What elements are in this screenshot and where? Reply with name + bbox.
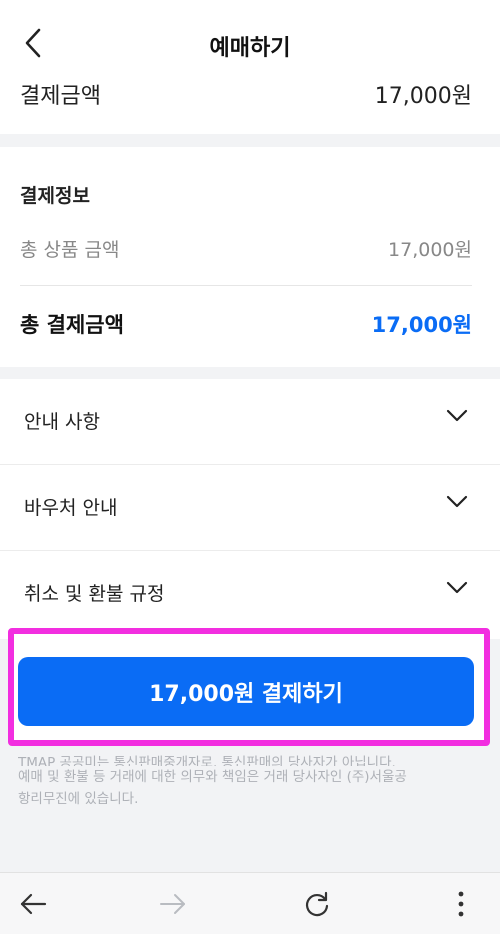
accordion-label: 취소 및 환불 규정 [24, 583, 165, 605]
accordion-item-voucher[interactable]: 바우처 안내 [0, 465, 500, 551]
payment-amount-summary: 결제금액 17,000원 [0, 74, 500, 134]
notice-line-2: 예매 및 환불 등 거래에 대한 의무와 책임은 거래 당사자인 (주)서울공 [18, 769, 407, 785]
pay-button[interactable]: 17,000원 결제하기 [18, 657, 474, 726]
more-vertical-icon [458, 891, 464, 917]
browser-menu-button[interactable] [444, 887, 478, 921]
subtotal-value: 17,000원 [388, 238, 472, 261]
chevron-down-icon [446, 409, 468, 422]
accordion-label: 안내 사항 [24, 411, 100, 433]
header: 예매하기 [0, 12, 500, 74]
accordion-item-refund-policy[interactable]: 취소 및 환불 규정 [0, 551, 500, 637]
payment-amount-label: 결제금액 [20, 84, 101, 109]
browser-forward-button[interactable] [156, 887, 190, 921]
total-value: 17,000원 [371, 313, 472, 337]
accordion-label: 바우처 안내 [24, 497, 118, 519]
info-accordion-list: 안내 사항 바우처 안내 취소 및 환불 규정 [0, 379, 500, 639]
total-label: 총 결제금액 [20, 313, 124, 337]
payment-amount-value: 17,000원 [374, 84, 472, 109]
notice-line-3: 항리무진에 있습니다. [18, 791, 139, 807]
browser-bottom-bar [0, 872, 500, 934]
subtotal-label: 총 상품 금액 [20, 238, 120, 261]
chevron-down-icon [446, 581, 468, 594]
browser-back-button[interactable] [16, 887, 50, 921]
back-arrow-icon [20, 893, 47, 915]
notice-line-1: TMAP 공공미는 통신판매중개자로, 통신판매의 당사자가 아닙니다. [18, 755, 396, 766]
chevron-down-icon [446, 495, 468, 508]
payment-info-title: 결제정보 [20, 185, 90, 207]
forward-arrow-icon [160, 894, 185, 914]
accordion-item-notice[interactable]: 안내 사항 [0, 379, 500, 465]
subtotal-row: 총 상품 금액 17,000원 [20, 233, 472, 263]
payment-info-section: 결제정보 총 상품 금액 17,000원 총 결제금액 17,000원 [0, 147, 500, 367]
refresh-icon [305, 891, 329, 917]
divider [20, 285, 472, 286]
page-title: 예매하기 [209, 36, 291, 61]
status-strip [0, 0, 500, 12]
legal-notice: TMAP 공공미는 통신판매중개자로, 통신판매의 당사자가 아닙니다. 예매 … [18, 752, 478, 810]
browser-refresh-button[interactable] [300, 887, 334, 921]
total-row: 총 결제금액 17,000원 [20, 307, 472, 341]
